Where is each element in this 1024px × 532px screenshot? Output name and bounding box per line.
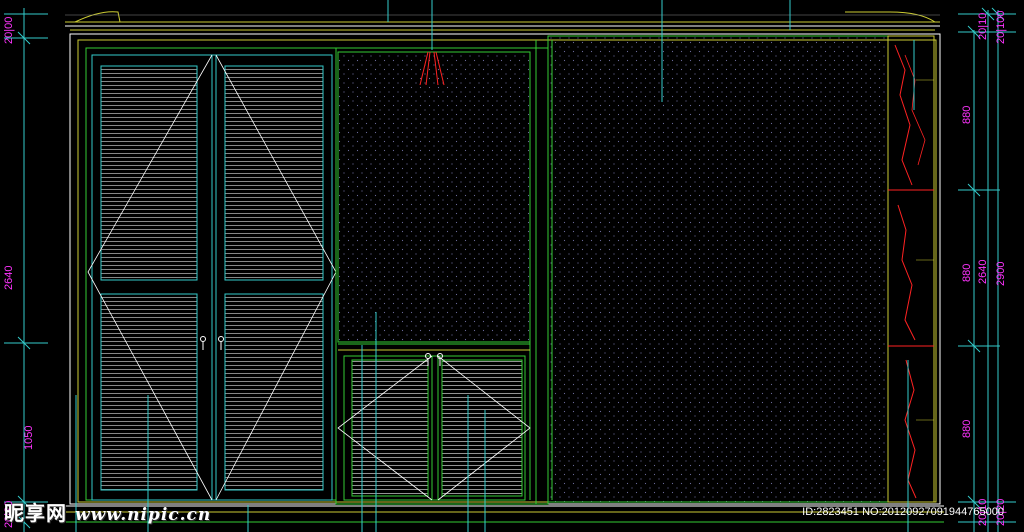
watermark-id: ID:2823451 NO:20120927091944765000 [802,506,1004,518]
handle-icon [425,353,443,366]
left-louver-doors [87,54,337,501]
dim-right-total: 2640 [977,260,989,284]
dim-right-seg2: 880 [961,264,973,282]
dim-right-seg1: 880 [961,106,973,124]
dim-right-top: 20|10 [977,13,989,40]
watermark: 昵享网 www.nipic.cn [4,497,211,526]
dim-left-top: 20|00 [3,17,15,44]
lower-louver-doors [337,353,531,501]
top-crown [65,11,940,35]
dim-left-lower: 1050 [23,426,35,450]
watermark-brand: 昵享网 [4,501,67,525]
dim-outer-top: 20|100 [995,11,1007,44]
dim-left-total: 2640 [3,266,15,290]
side-profile [887,35,935,503]
dim-right-seg3: 880 [961,420,973,438]
watermark-url: www.nipic.cn [75,505,212,525]
cad-elevation-drawing: 20|00 2640 1050 20|20 880 880 880 2640 2… [3,0,1016,532]
right-panel [547,35,889,503]
dim-outer-total: 2900 [995,262,1007,286]
